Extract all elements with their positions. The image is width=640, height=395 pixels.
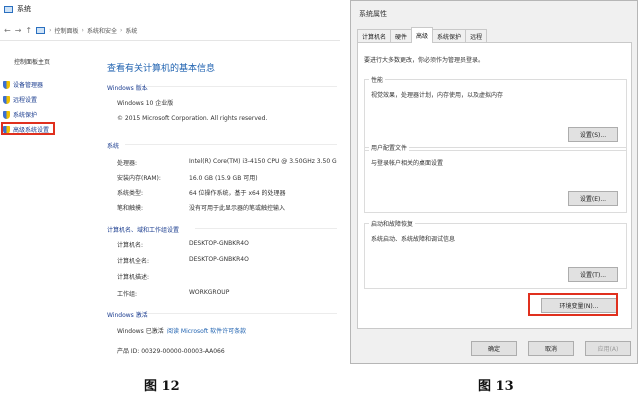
tab-system-protection[interactable]: 系统保护 <box>432 29 467 43</box>
breadcrumb-control-panel[interactable]: 控制面板 <box>55 26 79 35</box>
forward-arrow-icon[interactable]: → <box>15 26 22 35</box>
computer-key-name: 计算机名: <box>117 242 144 249</box>
highlight-box <box>1 122 55 135</box>
window-title: 系统 <box>17 5 31 13</box>
computer-value-name: DESKTOP-GNBKR4O <box>189 240 249 247</box>
group-user-profiles: 用户配置文件 与登录帐户相关的桌面设置 设置(E)... <box>364 143 627 213</box>
address-bar[interactable]: ← → ↑ › 控制面板 › 系统和安全 › 系统 <box>4 24 338 37</box>
edition-name: Windows 10 企业版 <box>117 100 174 107</box>
sidebar-item-device-manager[interactable]: 设备管理器 <box>3 80 43 89</box>
computer-key-fullname: 计算机全名: <box>117 258 150 265</box>
tab-remote[interactable]: 远程 <box>465 29 488 43</box>
shield-icon <box>3 110 10 119</box>
sidebar-item-system-protection[interactable]: 系统保护 <box>3 110 37 119</box>
computer-icon <box>4 5 13 13</box>
computer-key-description: 计算机描述: <box>117 274 150 281</box>
sidebar-item-remote-settings[interactable]: 远程设置 <box>3 95 37 104</box>
system-value-processor: Intel(R) Core(TM) i3-4150 CPU @ 3.50GHz … <box>189 158 337 165</box>
startup-recovery-settings-button[interactable]: 设置(T)... <box>568 267 618 282</box>
system-properties-dialog: 系统属性 计算机名 硬件 高级 系统保护 远程 要进行大多数更改，你必须作为管理… <box>350 0 638 364</box>
divider <box>195 228 337 229</box>
divider <box>147 313 337 314</box>
page-title: 查看有关计算机的基本信息 <box>107 64 216 74</box>
system-key-processor: 处理器: <box>117 160 138 167</box>
divider <box>0 40 340 41</box>
system-key-ram: 安装内存(RAM): <box>117 175 161 182</box>
tab-hardware[interactable]: 硬件 <box>390 29 413 43</box>
highlight-box <box>528 293 618 316</box>
user-profiles-settings-button[interactable]: 设置(E)... <box>568 191 618 206</box>
computer-value-workgroup: WORKGROUP <box>189 289 230 296</box>
group-title-startup-recovery: 启动和故障恢复 <box>369 219 416 228</box>
tab-advanced[interactable]: 高级 <box>411 27 434 43</box>
system-value-pen: 没有可用于此显示器的笔或触控输入 <box>189 205 286 212</box>
sidebar-item-label: 设备管理器 <box>13 82 44 89</box>
performance-settings-button[interactable]: 设置(S)... <box>568 127 618 142</box>
system-value-ram: 16.0 GB (15.9 GB 可用) <box>189 175 258 182</box>
sidebar-item-label: 系统保护 <box>13 112 38 119</box>
breadcrumb-system-security[interactable]: 系统和安全 <box>87 26 117 35</box>
divider <box>145 86 337 87</box>
control-panel-icon <box>36 27 46 34</box>
chevron-right-icon: › <box>119 27 123 34</box>
activation-status: Windows 已激活 <box>117 328 164 335</box>
group-title-user-profiles: 用户配置文件 <box>369 143 410 152</box>
sidebar-item-label: 远程设置 <box>13 97 38 104</box>
section-label-system: 系统 <box>107 143 120 150</box>
chevron-right-icon: › <box>81 27 84 34</box>
back-arrow-icon[interactable]: ← <box>4 26 11 35</box>
shield-icon <box>3 95 10 104</box>
caption-figure-13: 图 13 <box>478 379 514 394</box>
group-title-performance: 性能 <box>369 75 386 84</box>
breadcrumb: › 控制面板 › 系统和安全 › 系统 <box>49 26 137 35</box>
tab-computer-name[interactable]: 计算机名 <box>357 29 392 43</box>
edition-copyright: © 2015 Microsoft Corporation. All rights… <box>117 115 268 122</box>
license-terms-link[interactable]: 阅读 Microsoft 软件许可条款 <box>167 326 246 335</box>
system-key-pen: 笔和触摸: <box>117 205 144 212</box>
computer-value-fullname: DESKTOP-GNBKR4O <box>189 256 249 263</box>
section-label-computer: 计算机名、域和工作组设置 <box>107 227 180 234</box>
group-desc-startup-recovery: 系统启动、系统故障和调试信息 <box>371 236 456 243</box>
sidebar-home-link[interactable]: 控制面板主页 <box>14 57 50 66</box>
system-value-type: 64 位操作系统，基于 x64 的处理器 <box>189 190 286 197</box>
section-label-edition: Windows 版本 <box>107 85 148 92</box>
system-window: 系统 ← → ↑ › 控制面板 › 系统和安全 › 系统 控制面板主页 设备管理… <box>0 0 340 370</box>
shield-icon <box>3 80 10 89</box>
cancel-button[interactable]: 取消 <box>528 341 574 356</box>
apply-button[interactable]: 应用(A) <box>585 341 631 356</box>
ok-button[interactable]: 确定 <box>471 341 517 356</box>
tab-panel-advanced: 要进行大多数更改，你必须作为管理员登录。 性能 视觉效果，处理器计划，内存使用，… <box>357 42 632 329</box>
admin-note: 要进行大多数更改，你必须作为管理员登录。 <box>364 57 485 64</box>
group-startup-recovery: 启动和故障恢复 系统启动、系统故障和调试信息 设置(T)... <box>364 219 627 289</box>
chevron-right-icon: › <box>49 27 52 34</box>
system-key-type: 系统类型: <box>117 190 144 197</box>
group-performance: 性能 视觉效果，处理器计划，内存使用，以及虚拟内存 设置(S)... <box>364 75 627 151</box>
product-id: 产品 ID: 00329-00000-00003-AA066 <box>117 348 225 355</box>
divider <box>125 144 337 145</box>
breadcrumb-system[interactable]: 系统 <box>125 26 137 35</box>
computer-key-workgroup: 工作组: <box>117 291 138 298</box>
group-desc-performance: 视觉效果，处理器计划，内存使用，以及虚拟内存 <box>371 92 504 99</box>
tab-strip: 计算机名 硬件 高级 系统保护 远程 <box>357 27 488 43</box>
window-titlebar: 系统 <box>4 3 31 15</box>
dialog-title: 系统属性 <box>359 10 387 18</box>
section-label-activation: Windows 激活 <box>107 312 148 319</box>
caption-figure-12: 图 12 <box>144 379 180 394</box>
group-desc-user-profiles: 与登录帐户相关的桌面设置 <box>371 160 444 167</box>
up-arrow-icon[interactable]: ↑ <box>25 26 32 35</box>
